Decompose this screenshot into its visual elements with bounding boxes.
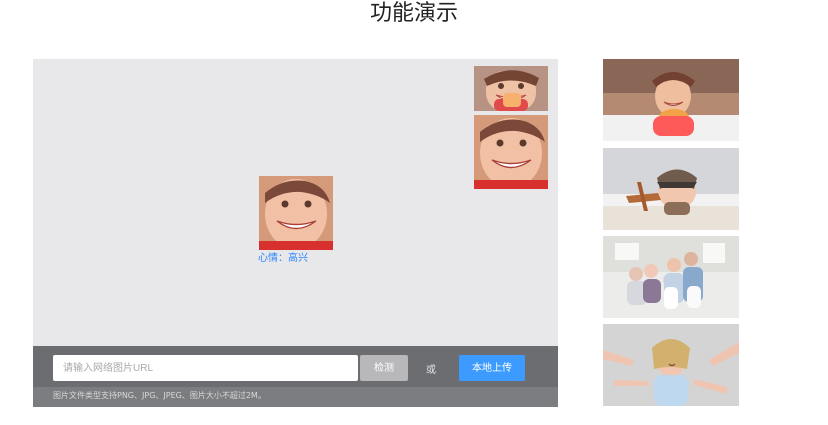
girl-eating-candy-photo-icon [603, 59, 739, 141]
hint-row: 图片文件类型支持PNG、JPG、JPEG、图片大小不超过2M。 [33, 387, 558, 407]
child-face-icon [259, 176, 333, 250]
family-portrait-photo-icon [603, 236, 739, 318]
gallery-item[interactable] [603, 148, 739, 230]
page-title: 功能演示 [369, 1, 458, 26]
sample-gallery [603, 59, 739, 409]
image-url-input[interactable] [53, 355, 358, 381]
upload-hint: 图片文件类型支持PNG、JPG、JPEG、图片大小不超过2M。 [53, 391, 266, 400]
bottom-toolbar: 检测 或 本地上传 图片文件类型支持PNG、JPG、JPEG、图片大小不超过2M… [33, 346, 558, 407]
boy-with-toy-plane-photo-icon [603, 148, 739, 230]
or-text: 或 [426, 365, 436, 376]
local-upload-button[interactable]: 本地上传 [459, 355, 525, 381]
child-face-icon [474, 66, 548, 111]
gallery-item[interactable] [603, 59, 739, 141]
page: 功能演示 心情：高兴 请输入网络图片URL 检测 或 本地上传 图片文件类型支持… [0, 0, 828, 425]
face-thumbnail-small [474, 66, 548, 111]
gallery-item[interactable] [603, 324, 739, 406]
child-face-icon [474, 115, 548, 189]
detect-button[interactable]: 检测 [360, 355, 408, 381]
demo-panel: 心情：高兴 检测 或 本地上传 图片文件类型支持PNG、JPG、JPEG、图片大… [33, 59, 558, 407]
face-thumbnail-large [474, 115, 548, 189]
stressed-woman-photo-icon [603, 324, 739, 406]
gallery-item[interactable] [603, 236, 739, 318]
emotion-label: 心情：高兴 [258, 253, 308, 264]
detected-face [259, 176, 333, 250]
